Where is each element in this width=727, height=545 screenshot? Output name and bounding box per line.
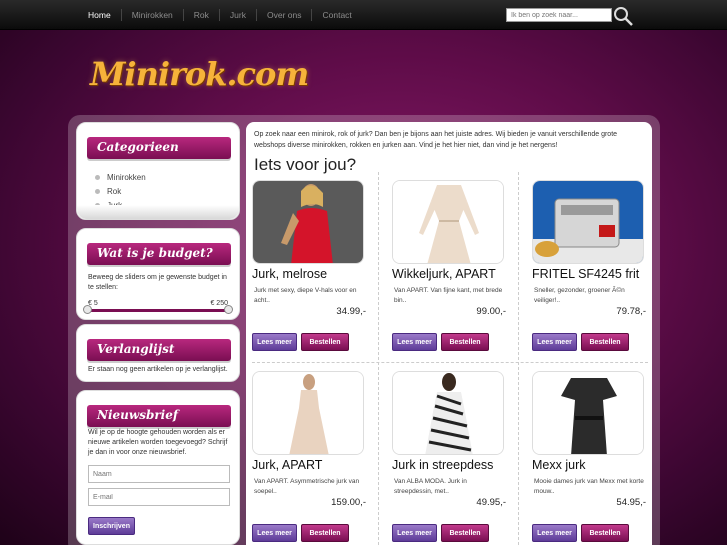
order-button[interactable]: Bestellen <box>581 524 629 542</box>
budget-slider-track[interactable] <box>88 309 230 312</box>
categories-box: Categorieen Minirokken Rok Jurk <box>76 122 240 220</box>
product-card: Jurk, melrose Jurk met sexy, diepe V-hal… <box>246 174 380 364</box>
category-label: Rok <box>107 186 122 196</box>
product-price: 34.99,- <box>336 306 366 317</box>
product-price: 99.00,- <box>476 306 506 317</box>
product-description: Van ALBA MODA. Jurk in streepdessin, met… <box>394 478 467 495</box>
product-title[interactable]: Jurk, melrose <box>252 267 327 281</box>
nav-jurk[interactable]: Jurk <box>218 9 256 21</box>
product-price: 79.78,- <box>616 306 646 317</box>
bullet-icon <box>95 188 100 194</box>
budget-max-handle[interactable] <box>224 305 233 314</box>
nav-minirokken[interactable]: Minirokken <box>120 9 183 21</box>
read-more-button[interactable]: Lees meer <box>252 333 297 351</box>
budget-box: Wat is je budget? Beweeg de sliders om j… <box>76 228 240 320</box>
order-button[interactable]: Bestellen <box>581 333 629 351</box>
product-description: Sneller, gezonder, groener Ã©n veiliger!… <box>534 287 625 304</box>
wishlist-empty-text: Er staan nog geen artikelen op je verlan… <box>88 366 228 373</box>
product-title[interactable]: Jurk, APART <box>252 458 322 472</box>
product-image[interactable] <box>392 371 504 455</box>
read-more-button[interactable]: Lees meer <box>532 333 577 351</box>
top-nav-bar: Home Minirokken Rok Jurk Over ons Contac… <box>0 0 727 30</box>
newsletter-text: Wil je op de hoogte gehouden worden als … <box>88 429 228 456</box>
product-image[interactable] <box>532 180 644 264</box>
read-more-button[interactable]: Lees meer <box>392 524 437 542</box>
order-button[interactable]: Bestellen <box>441 333 489 351</box>
budget-instructions: Beweeg de sliders om je gewenste budget … <box>88 274 227 291</box>
product-card: Jurk, APART Van APART. Asymmetrische jur… <box>246 365 380 545</box>
page-title: Iets voor jou? <box>254 155 357 174</box>
product-description: Jurk met sexy, diepe V-hals voor en acht… <box>254 287 357 304</box>
wishlist-heading: Verlanglijst <box>87 339 231 361</box>
box-footer <box>77 205 239 219</box>
product-card: FRITEL SF4245 frit Sneller, gezonder, gr… <box>526 174 660 364</box>
product-image[interactable] <box>252 180 364 264</box>
bullet-icon <box>95 174 100 180</box>
product-image[interactable] <box>392 180 504 264</box>
category-item[interactable]: Minirokken <box>95 170 146 184</box>
order-button[interactable]: Bestellen <box>441 524 489 542</box>
newsletter-box: Nieuwsbrief Wil je op de hoogte gehouden… <box>76 390 240 545</box>
product-price: 54.95,- <box>616 497 646 508</box>
product-title[interactable]: Wikkeljurk, APART <box>392 267 496 281</box>
categories-heading: Categorieen <box>87 137 231 159</box>
product-title[interactable]: Jurk in streepdess <box>392 458 493 472</box>
read-more-button[interactable]: Lees meer <box>392 333 437 351</box>
search-icon[interactable] <box>612 5 634 27</box>
nav-contact[interactable]: Contact <box>311 9 361 21</box>
main-content: Op zoek naar een minirok, rok of jurk? D… <box>246 122 652 545</box>
main-nav: Home Minirokken Rok Jurk Over ons Contac… <box>78 0 362 30</box>
product-card: Jurk in streepdess Van ALBA MODA. Jurk i… <box>386 365 520 545</box>
sidebar: Categorieen Minirokken Rok Jurk Wat is j… <box>76 122 240 545</box>
nav-over-ons[interactable]: Over ons <box>255 9 312 21</box>
search-input[interactable] <box>506 8 612 22</box>
product-description: Van APART. Asymmetrische jurk van soepel… <box>254 478 360 495</box>
subscribe-button[interactable]: Inschrijven <box>88 517 135 535</box>
product-image[interactable] <box>532 371 644 455</box>
wishlist-box: Verlanglijst Er staan nog geen artikelen… <box>76 324 240 382</box>
nav-home[interactable]: Home <box>78 9 121 21</box>
newsletter-email-field[interactable] <box>88 488 230 506</box>
site-logo[interactable]: Minirok.com <box>90 55 309 93</box>
newsletter-name-field[interactable] <box>88 465 230 483</box>
product-price: 159.00,- <box>331 497 366 508</box>
order-button[interactable]: Bestellen <box>301 333 349 351</box>
product-image[interactable] <box>252 371 364 455</box>
product-description: Van APART. Van fijne kant, met brede bin… <box>394 287 503 304</box>
product-price: 49.95,- <box>476 497 506 508</box>
nav-rok[interactable]: Rok <box>182 9 219 21</box>
product-description: Mooie dames jurk van Mexx met korte mouw… <box>534 478 644 495</box>
intro-text: Op zoek naar een minirok, rok of jurk? D… <box>254 131 618 149</box>
product-title[interactable]: Mexx jurk <box>532 458 585 472</box>
read-more-button[interactable]: Lees meer <box>252 524 297 542</box>
newsletter-heading: Nieuwsbrief <box>87 405 231 427</box>
product-card: Wikkeljurk, APART Van APART. Van fijne k… <box>386 174 520 364</box>
product-title[interactable]: FRITEL SF4245 frit <box>532 267 639 281</box>
category-item[interactable]: Rok <box>95 184 146 198</box>
product-card: Mexx jurk Mooie dames jurk van Mexx met … <box>526 365 660 545</box>
category-label: Minirokken <box>107 172 146 182</box>
budget-min-handle[interactable] <box>83 305 92 314</box>
order-button[interactable]: Bestellen <box>301 524 349 542</box>
read-more-button[interactable]: Lees meer <box>532 524 577 542</box>
budget-heading: Wat is je budget? <box>87 243 231 265</box>
